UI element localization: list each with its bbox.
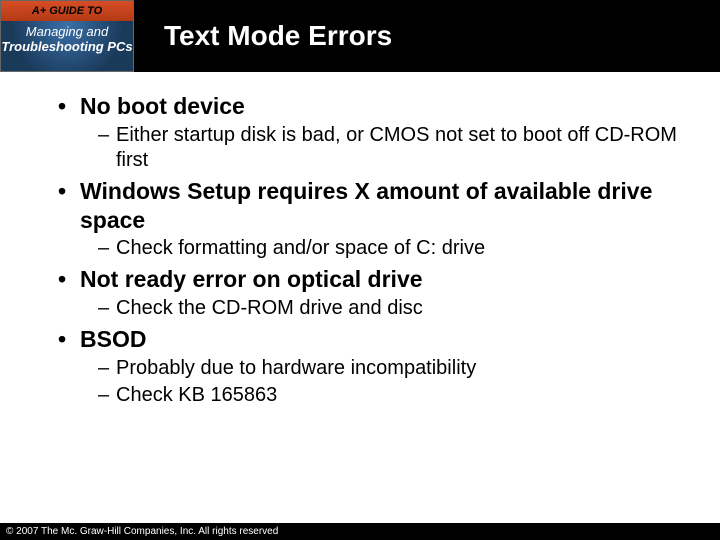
- bullet-text: No boot device: [80, 92, 245, 121]
- sub-bullet-text: Check the CD-ROM drive and disc: [116, 296, 423, 321]
- level1-bullet: • Windows Setup requires X amount of ava…: [58, 177, 690, 235]
- logo-main-text: Managing and Troubleshooting PCs: [0, 21, 134, 72]
- bullet-dot-icon: •: [58, 92, 80, 121]
- level1-bullet: • BSOD: [58, 325, 690, 354]
- level2-bullet: – Check KB 165863: [98, 383, 690, 408]
- bullet-text: Not ready error on optical drive: [80, 265, 423, 294]
- level1-bullet: • Not ready error on optical drive: [58, 265, 690, 294]
- sub-bullet-text: Probably due to hardware incompatibility: [116, 356, 476, 381]
- bullet-dash-icon: –: [98, 356, 116, 381]
- bullet-item: • BSOD – Probably due to hardware incomp…: [40, 325, 690, 408]
- bullet-dot-icon: •: [58, 177, 80, 206]
- bullet-dot-icon: •: [58, 325, 80, 354]
- sub-bullet-text: Check formatting and/or space of C: driv…: [116, 236, 485, 261]
- bullet-dot-icon: •: [58, 265, 80, 294]
- level2-bullet: – Either startup disk is bad, or CMOS no…: [98, 123, 690, 173]
- bullet-dash-icon: –: [98, 383, 116, 408]
- bullet-text: BSOD: [80, 325, 146, 354]
- slide-content: • No boot device – Either startup disk i…: [0, 72, 720, 408]
- bullet-item: • No boot device – Either startup disk i…: [40, 92, 690, 173]
- level2-bullet: – Probably due to hardware incompatibili…: [98, 356, 690, 381]
- sub-bullet-text: Check KB 165863: [116, 383, 277, 408]
- bullet-dash-icon: –: [98, 296, 116, 321]
- bullet-dash-icon: –: [98, 236, 116, 261]
- slide-footer: © 2007 The Mc. Graw-Hill Companies, Inc.…: [0, 523, 720, 540]
- bullet-text: Windows Setup requires X amount of avail…: [80, 177, 690, 235]
- slide-title: Text Mode Errors: [164, 20, 392, 52]
- level2-bullet: – Check the CD-ROM drive and disc: [98, 296, 690, 321]
- slide-header: A+ GUIDE TO Managing and Troubleshooting…: [0, 0, 720, 72]
- bullet-dash-icon: –: [98, 123, 116, 148]
- bullet-item: • Windows Setup requires X amount of ava…: [40, 177, 690, 262]
- book-logo: A+ GUIDE TO Managing and Troubleshooting…: [0, 0, 134, 72]
- bullet-item: • Not ready error on optical drive – Che…: [40, 265, 690, 321]
- logo-top-text: A+ GUIDE TO: [0, 0, 134, 21]
- level1-bullet: • No boot device: [58, 92, 690, 121]
- sub-bullet-text: Either startup disk is bad, or CMOS not …: [116, 123, 690, 173]
- level2-bullet: – Check formatting and/or space of C: dr…: [98, 236, 690, 261]
